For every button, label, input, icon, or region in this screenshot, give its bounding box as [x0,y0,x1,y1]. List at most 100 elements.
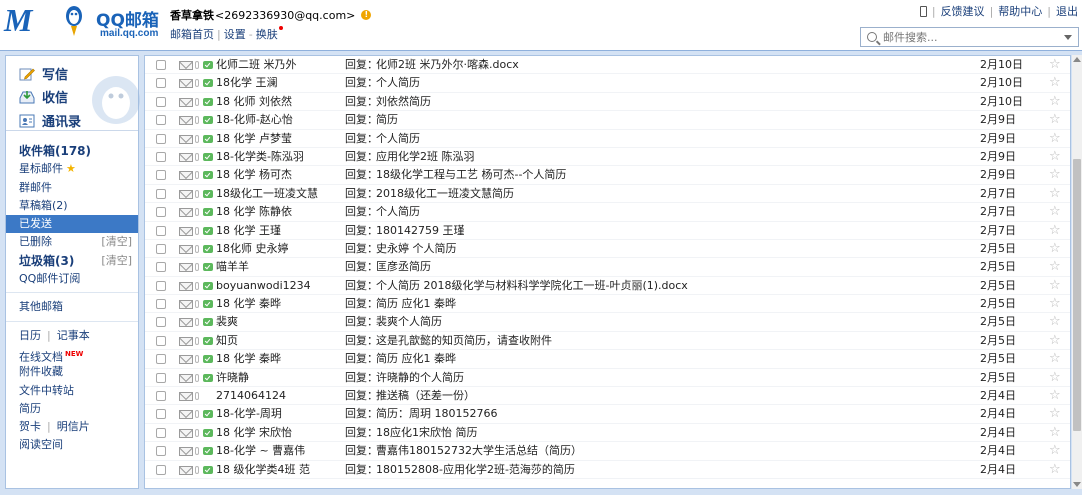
star-outline-icon[interactable]: ☆ [1049,313,1061,331]
mail-subject[interactable]: 应用化学2班 陈泓羽 [376,148,475,166]
mail-subject[interactable]: 曹嘉伟180152732大学生活总结（简历） [376,442,582,460]
star-outline-icon[interactable]: ☆ [1049,332,1061,350]
mail-subject[interactable]: 匡彦丞简历 [376,258,431,276]
help-link[interactable]: 帮助中心 [998,3,1042,19]
alert-icon[interactable]: ! [361,10,372,20]
online-docs-link[interactable]: 在线文档 NEW [6,345,138,364]
row-checkbox[interactable] [156,188,166,199]
star-outline-icon[interactable]: ☆ [1049,203,1061,221]
mail-subject[interactable]: 这是孔歆懿的知页简历，请查收附件 [376,332,552,350]
mail-subject[interactable]: 简历 应化1 秦晔 [376,295,456,313]
mail-subject[interactable]: 许晓静的个人简历 [376,369,464,387]
star-outline-icon[interactable]: ☆ [1049,56,1061,74]
mail-row[interactable]: 18-化学类-陈泓羽 回复： 应用化学2班 陈泓羽 2月9日 ☆ [145,148,1070,167]
row-checkbox[interactable] [156,262,166,273]
row-checkbox[interactable] [156,60,166,70]
mail-row[interactable]: 18 化学 秦晔 回复： 简历 应化1 秦晔 2月5日 ☆ [145,350,1070,369]
clear-deleted-link[interactable]: [清空] [101,233,132,251]
mail-subject[interactable]: 简历 [376,111,398,129]
mail-row[interactable]: boyuanwodi1234 回复： 个人简历 2018级化学与材料科学学院化工一班… [145,277,1070,296]
star-outline-icon[interactable]: ☆ [1049,424,1061,442]
star-outline-icon[interactable]: ☆ [1049,111,1061,129]
mail-subject[interactable]: 个人简历 [376,203,420,221]
row-checkbox[interactable] [156,225,166,236]
star-outline-icon[interactable]: ☆ [1049,442,1061,460]
mail-row[interactable]: 18 化师 刘依然 回复： 刘依然简历 2月10日 ☆ [145,93,1070,112]
folder-inbox[interactable]: 收件箱(178) [6,142,138,160]
file-transfer-link[interactable]: 文件中转站 [6,382,138,400]
row-checkbox[interactable] [156,151,166,162]
row-checkbox[interactable] [156,372,166,383]
folder-spam[interactable]: 垃圾箱(3) [清空] [6,252,138,270]
attachments-link[interactable]: 附件收藏 [6,363,138,381]
row-checkbox[interactable] [156,446,166,457]
scroll-up-arrow-icon[interactable] [1073,57,1081,62]
star-outline-icon[interactable]: ☆ [1049,258,1061,276]
mail-row[interactable]: 18 化学 杨可杰 回复： 18级化学工程与工艺 杨可杰--个人简历 2月9日 ☆ [145,166,1070,185]
folder-drafts[interactable]: 草稿箱(2) [6,197,138,215]
row-checkbox[interactable] [156,464,166,475]
row-checkbox[interactable] [156,170,166,181]
mail-subject[interactable]: 史永婷 个人简历 [376,240,457,258]
mail-row[interactable]: 18化师 史永婷 回复： 史永婷 个人简历 2月5日 ☆ [145,240,1070,259]
scroll-thumb[interactable] [1073,159,1081,431]
star-outline-icon[interactable]: ☆ [1049,74,1061,92]
mail-subject[interactable]: 18级化学工程与工艺 杨可杰--个人简历 [376,166,566,184]
star-outline-icon[interactable]: ☆ [1049,185,1061,203]
search-icon[interactable] [867,32,877,42]
folder-starred[interactable]: 星标邮件 ★ [6,160,138,178]
mail-row[interactable]: 18 化学 宋欣怡 回复： 18应化1宋欣怡 简历 2月4日 ☆ [145,424,1070,443]
mail-subject[interactable]: 简历 应化1 秦晔 [376,350,456,368]
mail-subject[interactable]: 180152808-应用化学2班-范海莎的简历 [376,461,575,479]
mail-row[interactable]: 18-化学 ~ 曹嘉伟 回复： 曹嘉伟180152732大学生活总结（简历） 2月4… [145,442,1070,461]
search-input[interactable] [883,30,1064,44]
folder-sent[interactable]: 已发送 [6,215,138,234]
mail-subject[interactable]: 推送稿（还差一份） [376,387,475,405]
row-checkbox[interactable] [156,317,166,328]
mail-subject[interactable]: 18应化1宋欣怡 简历 [376,424,478,442]
skin-link[interactable]: 换肤 [256,28,278,41]
mail-row[interactable]: 18 级化学类4班 范 回复： 180152808-应用化学2班-范海莎的简历 2月4… [145,461,1070,479]
mail-subject[interactable]: 刘依然简历 [376,93,431,111]
star-outline-icon[interactable]: ☆ [1049,166,1061,184]
row-checkbox[interactable] [156,299,166,310]
star-outline-icon[interactable]: ☆ [1049,93,1061,111]
phone-icon[interactable] [919,5,927,17]
folder-deleted[interactable]: 已删除 [清空] [6,233,138,251]
star-outline-icon[interactable]: ☆ [1049,350,1061,368]
contacts-button[interactable]: 通讯录 [19,111,81,130]
row-checkbox[interactable] [156,391,166,402]
star-outline-icon[interactable]: ☆ [1049,461,1061,479]
mail-row[interactable]: 知页 回复： 这是孔歆懿的知页简历，请查收附件 2月5日 ☆ [145,332,1070,351]
star-outline-icon[interactable]: ☆ [1049,222,1061,240]
row-checkbox[interactable] [156,427,166,438]
receive-button[interactable]: 收信 [19,87,68,106]
mail-subject[interactable]: 个人简历 2018级化学与材料科学学院化工一班-叶贞丽(1).docx [376,277,688,295]
mail-row[interactable]: 喵羊羊 回复： 匡彦丞简历 2月5日 ☆ [145,258,1070,277]
mail-row[interactable]: 18-化师-赵心怡 回复： 简历 2月9日 ☆ [145,111,1070,130]
mail-row[interactable]: 许晓静 回复： 许晓静的个人简历 2月5日 ☆ [145,369,1070,388]
calendar-link[interactable]: 日历 [19,329,41,342]
clear-spam-link[interactable]: [清空] [101,252,132,270]
mail-subject[interactable]: 化师2班 米乃外尔·喀森.docx [376,56,519,74]
folder-group[interactable]: 群邮件 [6,179,138,197]
home-link[interactable]: 邮箱首页 [170,28,214,41]
row-checkbox[interactable] [156,243,166,254]
mail-row[interactable]: 18 化学 卢梦莹 回复： 个人简历 2月9日 ☆ [145,130,1070,148]
mail-subject[interactable]: 180142759 王瑾 [376,222,464,240]
feedback-link[interactable]: 反馈建议 [941,3,985,19]
row-checkbox[interactable] [156,280,166,291]
row-checkbox[interactable] [156,335,166,346]
mail-row[interactable]: 2714064124 回复： 推送稿（还差一份） 2月4日 ☆ [145,387,1070,406]
star-outline-icon[interactable]: ☆ [1049,277,1061,295]
postcards-link[interactable]: 明信片 [57,420,90,433]
mail-row[interactable]: 18 化学 秦晔 回复： 简历 应化1 秦晔 2月5日 ☆ [145,295,1070,314]
search-dropdown-icon[interactable] [1064,34,1072,40]
star-outline-icon[interactable]: ☆ [1049,240,1061,258]
row-checkbox[interactable] [156,96,166,107]
logout-link[interactable]: 退出 [1056,3,1078,19]
mail-row[interactable]: 18化学 王澜 回复： 个人简历 2月10日 ☆ [145,74,1070,93]
row-checkbox[interactable] [156,354,166,365]
notes-link[interactable]: 记事本 [57,329,90,342]
mail-row[interactable]: 18-化学-周玥 回复： 简历：周玥 180152766 2月4日 ☆ [145,405,1070,424]
